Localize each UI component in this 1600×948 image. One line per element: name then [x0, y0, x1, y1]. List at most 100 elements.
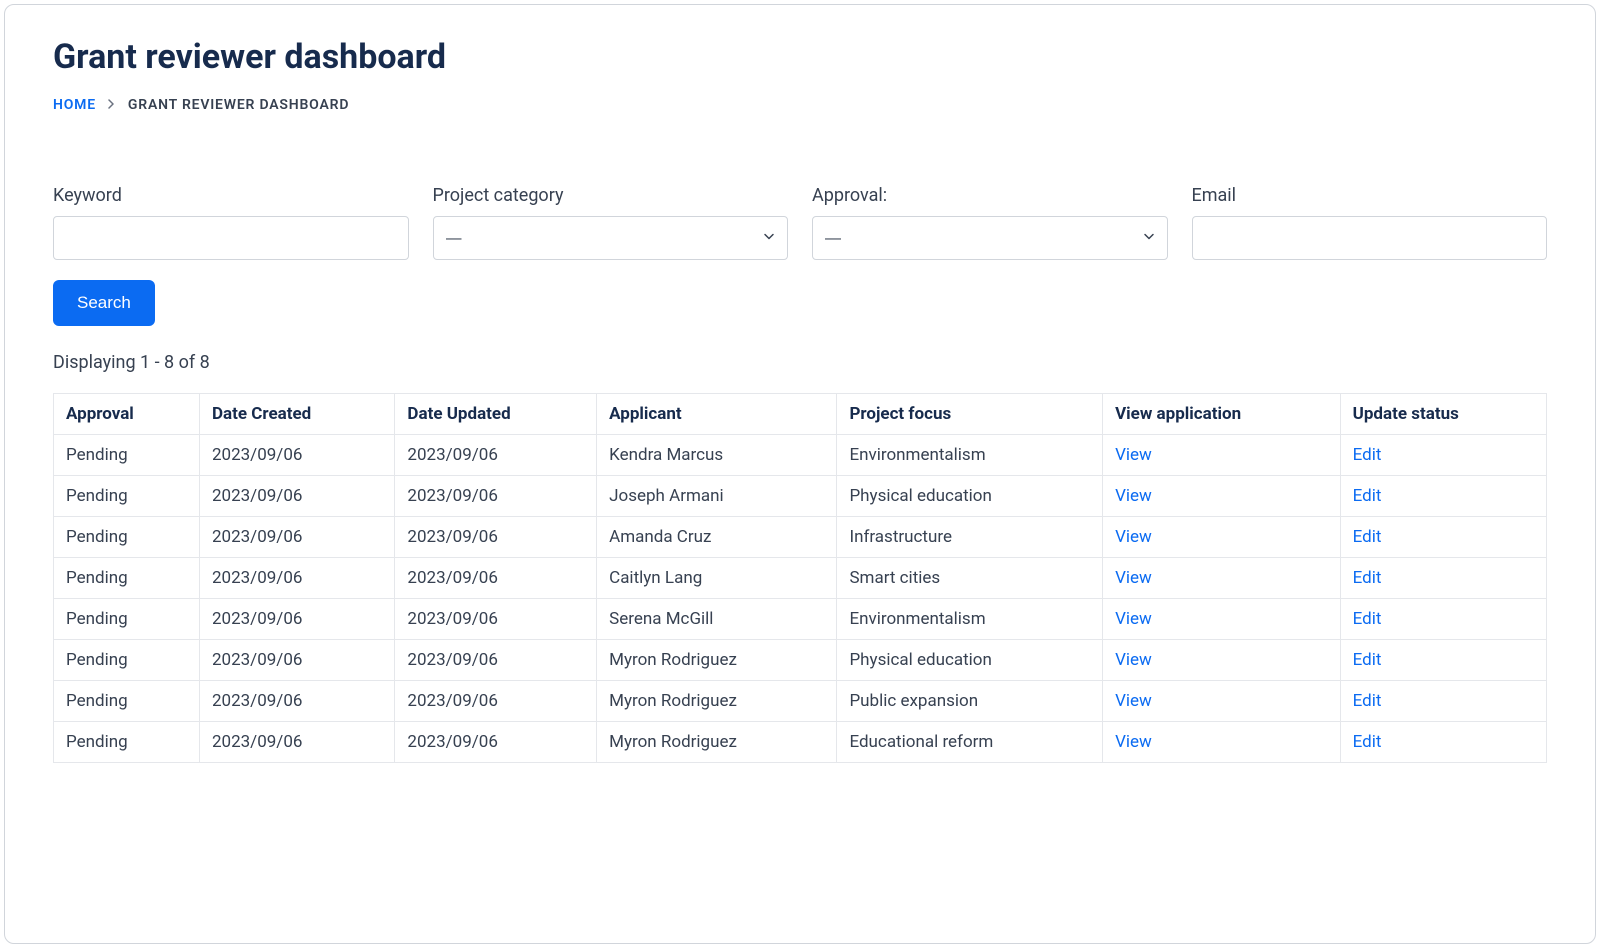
cell-view: View: [1103, 640, 1341, 681]
table-header-row: Approval Date Created Date Updated Appli…: [54, 394, 1547, 435]
keyword-input[interactable]: [53, 216, 409, 260]
cell-date-created: 2023/09/06: [199, 476, 394, 517]
cell-date-created: 2023/09/06: [199, 599, 394, 640]
col-project-focus: Project focus: [837, 394, 1103, 435]
view-link[interactable]: View: [1115, 609, 1152, 629]
cell-edit: Edit: [1340, 517, 1546, 558]
table-row: Pending2023/09/062023/09/06Myron Rodrigu…: [54, 681, 1547, 722]
cell-view: View: [1103, 476, 1341, 517]
view-link[interactable]: View: [1115, 732, 1152, 752]
cell-edit: Edit: [1340, 599, 1546, 640]
edit-link[interactable]: Edit: [1353, 650, 1382, 670]
email-label: Email: [1192, 185, 1548, 206]
cell-date-updated: 2023/09/06: [395, 517, 597, 558]
table-row: Pending2023/09/062023/09/06Kendra Marcus…: [54, 435, 1547, 476]
cell-approval: Pending: [54, 599, 200, 640]
keyword-label: Keyword: [53, 185, 409, 206]
filter-bar: Keyword Project category — Approval: —: [53, 185, 1547, 260]
cell-approval: Pending: [54, 558, 200, 599]
cell-project-focus: Physical education: [837, 640, 1103, 681]
cell-date-created: 2023/09/06: [199, 435, 394, 476]
cell-view: View: [1103, 722, 1341, 763]
approval-label: Approval:: [812, 185, 1168, 206]
filter-keyword: Keyword: [53, 185, 409, 260]
cell-view: View: [1103, 681, 1341, 722]
cell-applicant: Myron Rodriguez: [597, 722, 837, 763]
view-link[interactable]: View: [1115, 486, 1152, 506]
filter-email: Email: [1192, 185, 1548, 260]
col-approval: Approval: [54, 394, 200, 435]
edit-link[interactable]: Edit: [1353, 691, 1382, 711]
cell-date-updated: 2023/09/06: [395, 599, 597, 640]
cell-edit: Edit: [1340, 640, 1546, 681]
cell-approval: Pending: [54, 640, 200, 681]
edit-link[interactable]: Edit: [1353, 445, 1382, 465]
view-link[interactable]: View: [1115, 650, 1152, 670]
table-row: Pending2023/09/062023/09/06Caitlyn LangS…: [54, 558, 1547, 599]
edit-link[interactable]: Edit: [1353, 486, 1382, 506]
breadcrumb-current: GRANT REVIEWER DASHBOARD: [128, 97, 349, 113]
cell-view: View: [1103, 435, 1341, 476]
table-row: Pending2023/09/062023/09/06Amanda CruzIn…: [54, 517, 1547, 558]
col-date-updated: Date Updated: [395, 394, 597, 435]
results-count: Displaying 1 - 8 of 8: [53, 352, 1547, 373]
cell-approval: Pending: [54, 517, 200, 558]
edit-link[interactable]: Edit: [1353, 609, 1382, 629]
cell-approval: Pending: [54, 681, 200, 722]
cell-approval: Pending: [54, 476, 200, 517]
cell-project-focus: Environmentalism: [837, 435, 1103, 476]
search-button[interactable]: Search: [53, 280, 155, 326]
cell-date-created: 2023/09/06: [199, 517, 394, 558]
cell-project-focus: Environmentalism: [837, 599, 1103, 640]
edit-link[interactable]: Edit: [1353, 527, 1382, 547]
cell-approval: Pending: [54, 435, 200, 476]
cell-project-focus: Infrastructure: [837, 517, 1103, 558]
cell-edit: Edit: [1340, 558, 1546, 599]
cell-edit: Edit: [1340, 681, 1546, 722]
breadcrumb-home-link[interactable]: HOME: [53, 97, 96, 113]
cell-date-updated: 2023/09/06: [395, 558, 597, 599]
cell-project-focus: Smart cities: [837, 558, 1103, 599]
cell-applicant: Joseph Armani: [597, 476, 837, 517]
cell-date-updated: 2023/09/06: [395, 722, 597, 763]
col-view-application: View application: [1103, 394, 1341, 435]
edit-link[interactable]: Edit: [1353, 732, 1382, 752]
cell-project-focus: Public expansion: [837, 681, 1103, 722]
project-category-label: Project category: [433, 185, 789, 206]
approval-select[interactable]: —: [812, 216, 1168, 260]
cell-date-updated: 2023/09/06: [395, 435, 597, 476]
email-input[interactable]: [1192, 216, 1548, 260]
col-date-created: Date Created: [199, 394, 394, 435]
cell-project-focus: Physical education: [837, 476, 1103, 517]
table-row: Pending2023/09/062023/09/06Serena McGill…: [54, 599, 1547, 640]
filter-project-category: Project category —: [433, 185, 789, 260]
cell-applicant: Myron Rodriguez: [597, 640, 837, 681]
cell-applicant: Myron Rodriguez: [597, 681, 837, 722]
cell-applicant: Amanda Cruz: [597, 517, 837, 558]
col-update-status: Update status: [1340, 394, 1546, 435]
edit-link[interactable]: Edit: [1353, 568, 1382, 588]
view-link[interactable]: View: [1115, 568, 1152, 588]
cell-date-created: 2023/09/06: [199, 681, 394, 722]
cell-view: View: [1103, 599, 1341, 640]
cell-approval: Pending: [54, 722, 200, 763]
cell-date-updated: 2023/09/06: [395, 681, 597, 722]
view-link[interactable]: View: [1115, 527, 1152, 547]
table-row: Pending2023/09/062023/09/06Myron Rodrigu…: [54, 722, 1547, 763]
cell-applicant: Serena McGill: [597, 599, 837, 640]
cell-applicant: Kendra Marcus: [597, 435, 837, 476]
cell-edit: Edit: [1340, 435, 1546, 476]
cell-view: View: [1103, 517, 1341, 558]
view-link[interactable]: View: [1115, 691, 1152, 711]
view-link[interactable]: View: [1115, 445, 1152, 465]
results-table: Approval Date Created Date Updated Appli…: [53, 393, 1547, 763]
project-category-select[interactable]: —: [433, 216, 789, 260]
breadcrumb: HOME GRANT REVIEWER DASHBOARD: [53, 97, 1547, 113]
cell-date-updated: 2023/09/06: [395, 476, 597, 517]
cell-edit: Edit: [1340, 722, 1546, 763]
table-row: Pending2023/09/062023/09/06Myron Rodrigu…: [54, 640, 1547, 681]
cell-applicant: Caitlyn Lang: [597, 558, 837, 599]
col-applicant: Applicant: [597, 394, 837, 435]
cell-date-created: 2023/09/06: [199, 640, 394, 681]
cell-edit: Edit: [1340, 476, 1546, 517]
